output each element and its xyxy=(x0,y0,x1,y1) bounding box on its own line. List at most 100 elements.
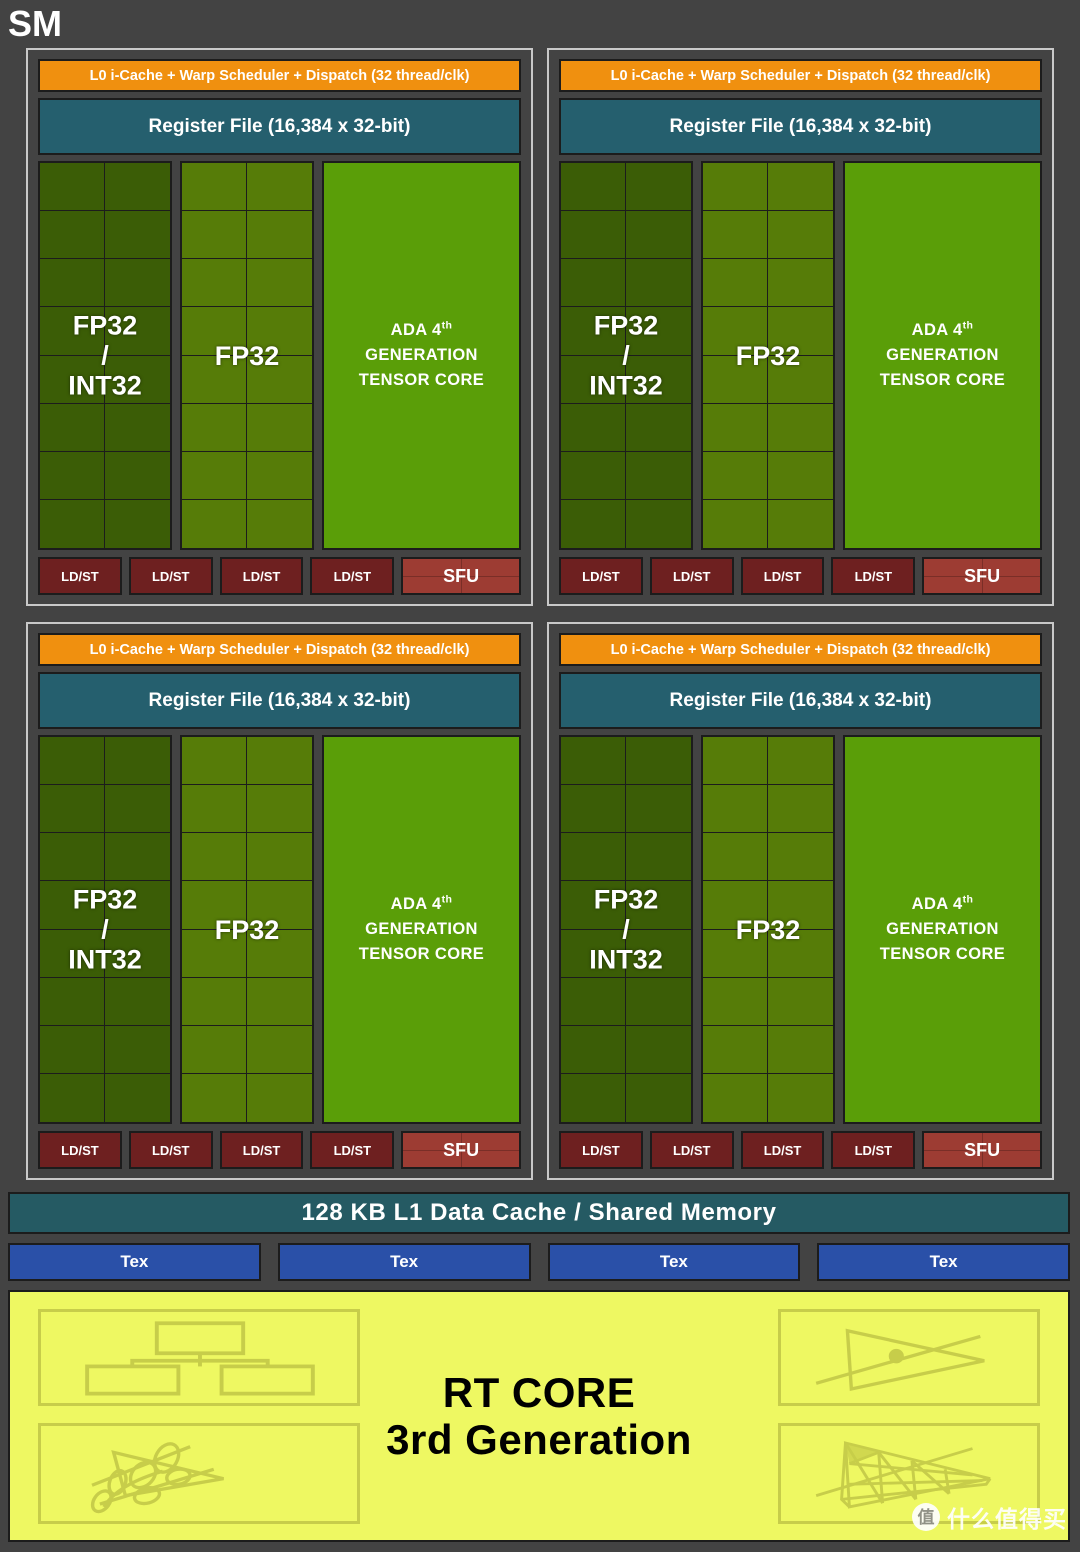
l1-data-cache-label: 128 KB L1 Data Cache / Shared Memory xyxy=(301,1199,777,1226)
l1-data-cache-block: 128 KB L1 Data Cache / Shared Memory xyxy=(8,1192,1070,1234)
tex-unit: Tex xyxy=(277,1243,531,1281)
core-cell xyxy=(40,833,105,882)
core-cell xyxy=(247,452,312,500)
tex-unit: Tex xyxy=(817,1243,1070,1281)
core-cell xyxy=(703,451,768,500)
warp-scheduler-label: L0 i-Cache + Warp Scheduler + Dispatch (… xyxy=(89,641,470,658)
core-cell xyxy=(182,307,247,356)
core-cell xyxy=(561,833,626,882)
core-cell xyxy=(247,307,312,356)
register-file-bar: Register File (16,384 x 32-bit) xyxy=(38,672,521,729)
processing-block-1: L0 i-Cache + Warp Scheduler + Dispatch (… xyxy=(26,48,533,606)
ldst-sfu-row: LD/ST LD/ST LD/ST LD/ST SFU xyxy=(559,557,1042,595)
core-cell xyxy=(561,1073,626,1122)
tensor-core-block: ADA 4th GENERATION TENSOR CORE xyxy=(843,735,1042,1124)
fp32-int32-core-array: FP32/INT32 xyxy=(38,735,172,1124)
core-cell xyxy=(703,833,768,882)
core-cell xyxy=(768,881,833,930)
ldst-unit: LD/ST xyxy=(559,1131,643,1169)
core-cell xyxy=(40,259,105,308)
tensor-core-block: ADA 4th GENERATION TENSOR CORE xyxy=(322,735,521,1124)
core-cell xyxy=(703,929,768,978)
tex-unit: Tex xyxy=(547,1243,801,1281)
ldst-sfu-row: LD/ST LD/ST LD/ST LD/ST SFU xyxy=(38,1131,521,1169)
core-cell xyxy=(703,977,768,1026)
core-cell xyxy=(626,452,691,500)
fp32-core-array: FP32 xyxy=(701,161,835,550)
core-cell xyxy=(561,355,626,404)
core-cell xyxy=(105,737,170,786)
sfu-label: SFU xyxy=(964,565,1001,586)
core-cell xyxy=(768,452,833,500)
ldst-sfu-row: LD/ST LD/ST LD/ST LD/ST SFU xyxy=(38,557,521,595)
core-cell xyxy=(182,1025,247,1074)
sfu-unit: SFU xyxy=(922,557,1042,595)
core-cell xyxy=(768,307,833,356)
core-cell xyxy=(247,737,312,786)
register-file-label: Register File (16,384 x 32-bit) xyxy=(669,689,932,711)
core-cell xyxy=(561,499,626,548)
core-arrays-row: FP32/INT32 FP32 ADA 4th GENERATION TENSOR CO… xyxy=(559,735,1042,1124)
ldst-label: LD/ST xyxy=(242,568,281,584)
warp-scheduler-label: L0 i-Cache + Warp Scheduler + Dispatch (… xyxy=(610,67,991,84)
tensor-core-block: ADA 4th GENERATION TENSOR CORE xyxy=(843,161,1042,550)
fp32-core-array: FP32 xyxy=(180,735,314,1124)
core-cell xyxy=(768,500,833,548)
core-cell xyxy=(768,404,833,452)
register-file-label: Register File (16,384 x 32-bit) xyxy=(148,115,411,137)
core-cell xyxy=(105,978,170,1026)
core-cell xyxy=(768,356,833,404)
core-cell xyxy=(626,737,691,786)
sfu-unit: SFU xyxy=(922,1131,1042,1169)
core-cell xyxy=(768,211,833,260)
ldst-unit: LD/ST xyxy=(649,1131,734,1169)
core-cell xyxy=(247,1026,312,1074)
ldst-unit: LD/ST xyxy=(128,557,213,595)
core-cell xyxy=(626,1074,691,1122)
fp32-int32-core-array: FP32/INT32 xyxy=(559,735,693,1124)
core-cell xyxy=(561,451,626,500)
core-cell xyxy=(40,737,105,786)
core-cell xyxy=(626,500,691,548)
rt-core-title-line2: 3rd Generation xyxy=(386,1416,692,1463)
core-cell xyxy=(40,929,105,978)
core-cell xyxy=(768,259,833,308)
rt-core-title: RT CORE 3rd Generation xyxy=(10,1369,1068,1463)
core-cell xyxy=(703,163,768,212)
core-cell xyxy=(105,930,170,978)
core-cell xyxy=(626,978,691,1026)
tex-label: Tex xyxy=(390,1252,419,1271)
sfu-label: SFU xyxy=(964,1139,1001,1160)
core-cell xyxy=(105,404,170,452)
ldst-label: LD/ST xyxy=(582,1142,620,1158)
core-cell xyxy=(561,785,626,834)
core-cell xyxy=(768,737,833,786)
core-cell xyxy=(105,452,170,500)
ldst-label: LD/ST xyxy=(242,1142,281,1158)
core-cell xyxy=(247,1074,312,1122)
register-file-bar: Register File (16,384 x 32-bit) xyxy=(559,98,1042,155)
core-cell xyxy=(626,1026,691,1074)
core-cell xyxy=(768,833,833,882)
core-cell xyxy=(768,1074,833,1122)
ldst-label: LD/ST xyxy=(151,1142,190,1158)
ldst-label: LD/ST xyxy=(854,568,893,584)
core-cell xyxy=(626,785,691,834)
core-cell xyxy=(40,785,105,834)
rt-core-block: RT CORE 3rd Generation xyxy=(8,1290,1070,1542)
core-cell xyxy=(247,500,312,548)
ldst-unit: LD/ST xyxy=(740,557,825,595)
core-cell xyxy=(768,785,833,834)
warp-scheduler-bar: L0 i-Cache + Warp Scheduler + Dispatch (… xyxy=(38,59,521,92)
ldst-unit: LD/ST xyxy=(831,557,916,595)
core-cell xyxy=(105,356,170,404)
core-cell xyxy=(247,930,312,978)
core-cell xyxy=(182,881,247,930)
core-cell xyxy=(626,930,691,978)
core-cell xyxy=(105,1026,170,1074)
core-cell xyxy=(182,211,247,260)
core-cell xyxy=(626,833,691,882)
core-cell xyxy=(40,211,105,260)
core-cell xyxy=(182,1073,247,1122)
warp-scheduler-bar: L0 i-Cache + Warp Scheduler + Dispatch (… xyxy=(38,633,521,666)
